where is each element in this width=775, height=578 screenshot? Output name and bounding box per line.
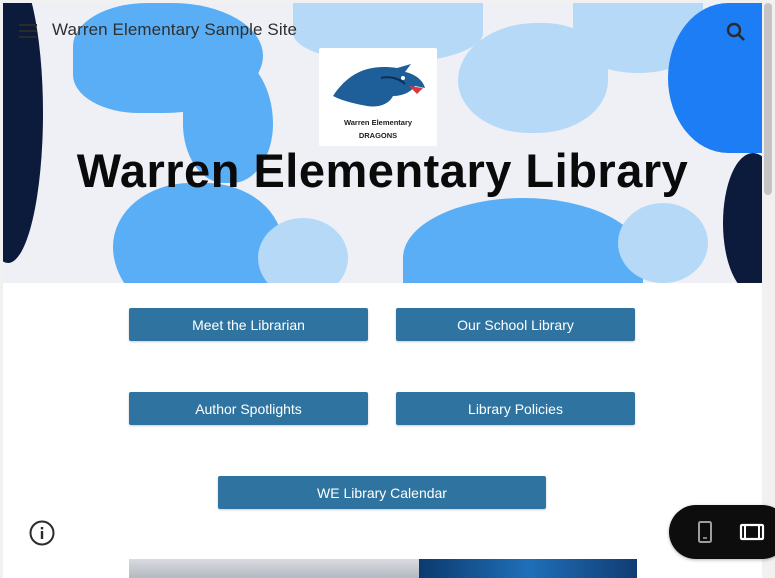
photo-banner: [129, 559, 637, 578]
dragon-icon: [333, 64, 425, 107]
photo-left: [129, 559, 419, 578]
search-icon[interactable]: [725, 21, 747, 43]
author-spotlights-button[interactable]: Author Spotlights: [129, 392, 368, 425]
our-school-library-button[interactable]: Our School Library: [396, 308, 635, 341]
blob-decoration: [258, 218, 348, 283]
meet-the-librarian-button[interactable]: Meet the Librarian: [129, 308, 368, 341]
blob-decoration: [113, 183, 283, 283]
page-title: Warren Elementary Library: [76, 144, 689, 197]
page-frame: Warren Elementary DRAGONS Warren Element…: [3, 3, 762, 578]
site-title[interactable]: Warren Elementary Sample Site: [52, 20, 297, 40]
desktop-icon[interactable]: [738, 520, 766, 544]
library-policies-button[interactable]: Library Policies: [396, 392, 635, 425]
blob-decoration: [403, 198, 643, 283]
phone-icon[interactable]: [694, 520, 716, 544]
top-navbar: Warren Elementary Sample Site: [3, 3, 762, 59]
view-toggle: [669, 505, 775, 559]
logo-text-line1: Warren Elementary: [343, 118, 413, 127]
logo-text-line2: DRAGONS: [358, 131, 398, 140]
menu-icon[interactable]: [17, 21, 39, 41]
scrollbar[interactable]: [764, 3, 772, 195]
library-calendar-button[interactable]: WE Library Calendar: [218, 476, 546, 509]
blob-decoration: [618, 203, 708, 283]
school-logo: Warren Elementary DRAGONS: [319, 48, 437, 146]
photo-right: [419, 559, 637, 578]
info-icon[interactable]: [28, 519, 56, 547]
